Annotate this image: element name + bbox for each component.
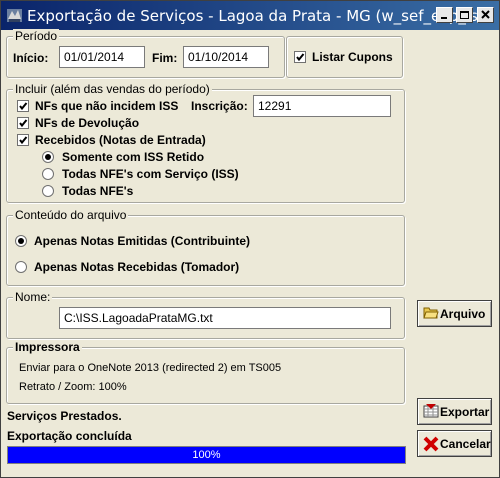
- title-bar[interactable]: Exportação de Serviços - Lagoa da Prata …: [1, 1, 499, 30]
- inscricao-input[interactable]: 12291: [253, 95, 391, 117]
- nfe-servico-label: Todas NFE's com Serviço (ISS): [62, 167, 239, 181]
- printer-orientation-zoom: Retrato / Zoom: 100%: [19, 381, 127, 393]
- todas-nfe-radio[interactable]: [42, 185, 54, 197]
- export-window: Exportação de Serviços - Lagoa da Prata …: [0, 0, 500, 478]
- close-button[interactable]: [477, 7, 494, 23]
- arquivo-button[interactable]: Arquivo: [417, 300, 492, 327]
- incluir-group: Incluir (além das vendas do período) NFs…: [6, 82, 405, 203]
- periodo-legend: Período: [13, 29, 60, 43]
- inicio-date-input[interactable]: 01/01/2014: [59, 46, 145, 68]
- listar-cupons-label: Listar Cupons: [312, 50, 393, 64]
- checkmark-icon: [19, 102, 28, 111]
- close-icon: [481, 10, 490, 19]
- nfs-devolucao-label: NFs de Devolução: [35, 116, 140, 130]
- inscricao-label: Inscrição:: [191, 99, 248, 113]
- minimize-icon: [441, 17, 447, 19]
- cancelar-button-label: Cancelar: [440, 437, 491, 451]
- notas-emitidas-label: Apenas Notas Emitidas (Contribuinte): [34, 234, 251, 248]
- recebidos-checkbox[interactable]: [17, 134, 29, 146]
- listar-cupons-checkbox[interactable]: [294, 51, 306, 63]
- notas-recebidas-radio[interactable]: [15, 261, 27, 273]
- radio-selected-dot: [45, 154, 51, 160]
- maximize-button[interactable]: [456, 7, 473, 23]
- status-line-1: Serviços Prestados.: [7, 409, 122, 423]
- cancel-x-icon: [423, 436, 439, 452]
- maximize-icon: [460, 11, 469, 19]
- listar-cupons-group: Listar Cupons: [286, 36, 403, 78]
- radio-selected-dot: [18, 238, 24, 244]
- nome-legend: Nome:: [13, 290, 53, 304]
- window-title: Exportação de Serviços - Lagoa da Prata …: [27, 7, 493, 25]
- notas-emitidas-radio[interactable]: [15, 235, 27, 247]
- nfe-servico-radio[interactable]: [42, 168, 54, 180]
- cancelar-button[interactable]: Cancelar: [417, 430, 492, 457]
- checkmark-icon: [19, 119, 28, 128]
- todas-nfe-label: Todas NFE's: [62, 184, 134, 198]
- status-line-2: Exportação concluída: [7, 429, 132, 443]
- minimize-button[interactable]: [436, 7, 453, 23]
- fim-label: Fim:: [152, 51, 178, 65]
- dialog-body: Período Início: 01/01/2014 Fim: 01/10/20…: [1, 29, 499, 477]
- nfs-devolucao-checkbox[interactable]: [17, 117, 29, 129]
- arquivo-button-label: Arquivo: [440, 307, 486, 321]
- app-icon: [7, 9, 22, 22]
- notas-recebidas-label: Apenas Notas Recebidas (Tomador): [34, 260, 240, 274]
- folder-open-icon: [423, 307, 439, 319]
- export-icon: [423, 404, 439, 418]
- nome-group: Nome: C:\ISS.LagoadaPrataMG.txt: [6, 290, 405, 339]
- checkmark-icon: [296, 53, 305, 62]
- checkmark-icon: [19, 136, 28, 145]
- exportar-button-label: Exportar: [440, 405, 490, 419]
- incluir-legend: Incluir (além das vendas do período): [13, 82, 212, 96]
- impressora-group: Impressora Enviar para o OneNote 2013 (r…: [6, 340, 405, 404]
- exportar-button[interactable]: Exportar: [417, 398, 492, 425]
- iss-retido-radio[interactable]: [42, 151, 54, 163]
- impressora-legend: Impressora: [13, 340, 82, 354]
- printer-name: Enviar para o OneNote 2013 (redirected 2…: [19, 362, 282, 374]
- nome-file-input[interactable]: C:\ISS.LagoadaPrataMG.txt: [59, 307, 391, 329]
- inicio-label: Início:: [13, 51, 49, 65]
- conteudo-group: Conteúdo do arquivo Apenas Notas Emitida…: [6, 208, 405, 286]
- nfs-iss-checkbox[interactable]: [17, 100, 29, 112]
- recebidos-label: Recebidos (Notas de Entrada): [35, 133, 206, 147]
- progress-text: 100%: [192, 449, 221, 461]
- conteudo-legend: Conteúdo do arquivo: [13, 208, 129, 222]
- nfs-iss-label: NFs que não incidem ISS: [35, 99, 179, 113]
- periodo-group: Período Início: 01/01/2014 Fim: 01/10/20…: [6, 29, 285, 78]
- export-progress-bar: 100%: [7, 446, 406, 464]
- iss-retido-label: Somente com ISS Retido: [62, 150, 205, 164]
- fim-date-input[interactable]: 01/10/2014: [183, 46, 269, 68]
